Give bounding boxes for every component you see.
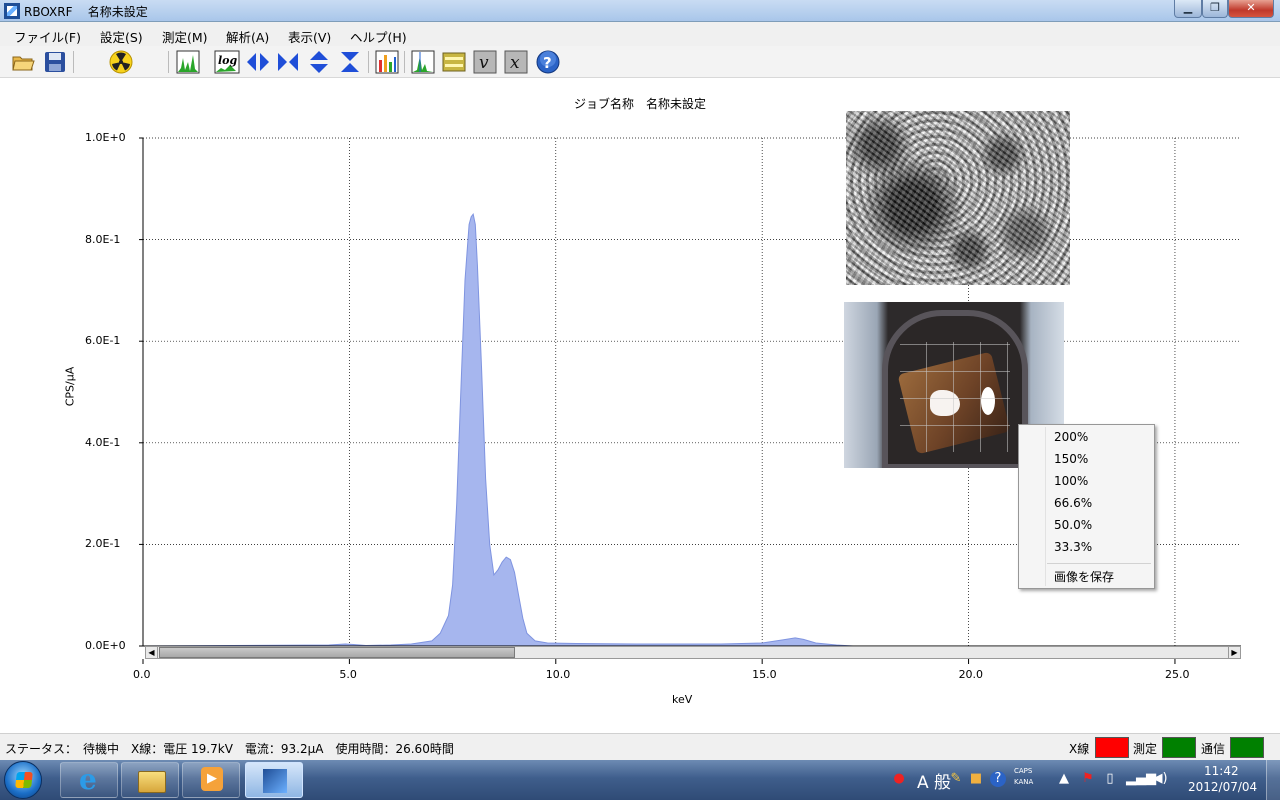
measure-indicator-label: 測定	[1133, 742, 1158, 756]
taskbar-ie-icon[interactable]	[60, 762, 118, 798]
show-desktop-button[interactable]	[1266, 760, 1280, 800]
v-label: v	[479, 53, 489, 73]
minimize-button[interactable]: ▁	[1174, 0, 1202, 18]
window-title: RBOXRF 名称未設定	[24, 3, 148, 20]
xray-indicator	[1095, 737, 1129, 758]
action-center-icon[interactable]: ⚑	[1080, 771, 1096, 787]
zoom-66-item[interactable]: 66.6%	[1054, 496, 1092, 510]
zoom-100-item[interactable]: 100%	[1054, 474, 1088, 488]
expand-horizontal-icon[interactable]	[246, 50, 270, 74]
spectrum-chart: ジョブ名称 名称未設定 CPS/μA keV 0.0E+0 2.0E-1 4.0E-…	[0, 80, 1280, 730]
y-tick-label: 8.0E-1	[85, 232, 121, 246]
spectrum-series	[142, 213, 854, 647]
sem-image[interactable]	[846, 111, 1070, 285]
network-icon[interactable]: ▂▄▆	[1126, 771, 1156, 787]
shrink-vertical-icon[interactable]	[338, 50, 362, 74]
show-hidden-icons-icon[interactable]: ▲	[1056, 771, 1072, 787]
menu-settings[interactable]: 設定(S)	[100, 27, 143, 46]
y-tick-label: 1.0E+0	[85, 131, 126, 144]
save-image-item[interactable]: 画像を保存	[1054, 568, 1114, 585]
layers-icon[interactable]	[442, 50, 466, 74]
scroll-right-arrow-icon[interactable]: ▶	[1228, 647, 1240, 658]
help-glyph: ?	[543, 54, 552, 72]
device-icon[interactable]: ▯	[1102, 771, 1118, 787]
save-icon[interactable]	[43, 50, 67, 74]
app-name: RBOXRF	[24, 5, 73, 19]
x-label: x	[510, 53, 520, 73]
y-tick-label: 6.0E-1	[85, 334, 121, 348]
title-bar: RBOXRF 名称未設定 ▁ ❐ ✕	[0, 0, 1280, 22]
comm-indicator-label: 通信	[1201, 742, 1226, 756]
help-icon[interactable]: ?	[536, 50, 560, 74]
package-icon[interactable]: ■	[968, 771, 984, 787]
clock-time[interactable]: 11:42	[1204, 764, 1239, 778]
zoom-33-item[interactable]: 33.3%	[1054, 540, 1092, 554]
volume-icon[interactable]: ◀)	[1152, 771, 1168, 787]
taskbar-rboxrf-icon[interactable]	[245, 762, 303, 798]
ime-tool-icon[interactable]: ✎	[948, 771, 964, 787]
menu-analysis[interactable]: 解析(A)	[226, 27, 269, 46]
caps-kana-indicator: CAPS KANA	[1014, 767, 1034, 786]
log-label: log	[218, 54, 238, 67]
scroll-thumb[interactable]	[159, 647, 515, 658]
ime-help-icon[interactable]: ?	[990, 771, 1006, 787]
scroll-left-arrow-icon[interactable]: ◀	[146, 647, 158, 658]
toolbar: log v x ?	[0, 46, 1280, 78]
v-icon[interactable]: v	[473, 50, 497, 74]
taskbar-explorer-icon[interactable]	[121, 762, 179, 798]
xray-indicator-label: X線	[1069, 742, 1090, 756]
taskbar-media-player-icon[interactable]	[182, 762, 240, 798]
radiation-icon[interactable]	[109, 50, 133, 74]
status-bar: ステータス： 待機中 X線：電圧 19.7kV 電流：93.2μA 使用時間：2…	[0, 733, 1280, 760]
clock-date[interactable]: 2012/07/04	[1188, 780, 1257, 794]
x-icon[interactable]: x	[504, 50, 528, 74]
x-tick-label: 25.0	[1164, 668, 1190, 681]
y-tick-label: 4.0E-1	[85, 435, 121, 449]
bar-chart-icon[interactable]	[375, 50, 399, 74]
alert-icon[interactable]: ●	[891, 771, 907, 787]
x-tick-label: 0.0	[133, 668, 151, 681]
status-text: ステータス： 待機中 X線：電圧 19.7kV 電流：93.2μA 使用時間：2…	[5, 742, 454, 756]
system-tray: ● A 般 ✎ ■ ? CAPS KANA ▲ ⚑ ▯ ▂▄▆ ◀) 11:42…	[888, 760, 1280, 800]
start-button[interactable]	[4, 761, 42, 799]
x-tick-label: 10.0	[545, 668, 571, 681]
menu-help[interactable]: ヘルプ(H)	[350, 27, 407, 46]
menu-separator	[1047, 563, 1151, 564]
peak-icon[interactable]	[411, 50, 435, 74]
taskbar: ● A 般 ✎ ■ ? CAPS KANA ▲ ⚑ ▯ ▂▄▆ ◀) 11:42…	[0, 760, 1280, 800]
y-tick-label: 0.0E+0	[85, 639, 126, 652]
zoom-50-item[interactable]: 50.0%	[1054, 518, 1092, 532]
menu-file[interactable]: ファイル(F)	[14, 27, 81, 46]
app-logo-icon	[4, 3, 20, 19]
zoom-150-item[interactable]: 150%	[1054, 452, 1088, 466]
horizontal-scrollbar[interactable]: ◀ ▶	[145, 646, 1241, 659]
menu-bar: ファイル(F) 設定(S) 測定(M) 解析(A) 表示(V) ヘルプ(H)	[0, 22, 1280, 46]
x-tick-label: 20.0	[958, 668, 984, 681]
x-tick-label: 15.0	[752, 668, 777, 681]
shrink-horizontal-icon[interactable]	[276, 50, 300, 74]
measure-indicator	[1162, 737, 1196, 758]
y-tick-label: 2.0E-1	[85, 537, 121, 551]
x-tick-label: 5.0	[339, 668, 357, 681]
open-folder-icon[interactable]	[11, 50, 35, 74]
menu-measure[interactable]: 測定(M)	[162, 27, 208, 46]
close-button[interactable]: ✕	[1228, 0, 1274, 18]
app-window: RBOXRF 名称未設定 ▁ ❐ ✕ ファイル(F) 設定(S) 測定(M) 解…	[0, 0, 1280, 800]
x-axis-label: keV	[672, 693, 693, 706]
log-scale-icon[interactable]: log	[214, 50, 240, 74]
comm-indicator	[1230, 737, 1264, 758]
menu-view[interactable]: 表示(V)	[288, 27, 331, 46]
zoom-200-item[interactable]: 200%	[1054, 430, 1088, 444]
plot-area[interactable]	[0, 80, 1280, 680]
expand-vertical-icon[interactable]	[307, 50, 331, 74]
spectrum-icon[interactable]	[176, 50, 200, 74]
document-name: 名称未設定	[87, 5, 148, 19]
ime-indicator[interactable]: A 般	[917, 768, 951, 793]
maximize-button[interactable]: ❐	[1202, 0, 1228, 18]
image-context-menu: 200% 150% 100% 66.6% 50.0% 33.3% 画像を保存	[1018, 424, 1155, 589]
